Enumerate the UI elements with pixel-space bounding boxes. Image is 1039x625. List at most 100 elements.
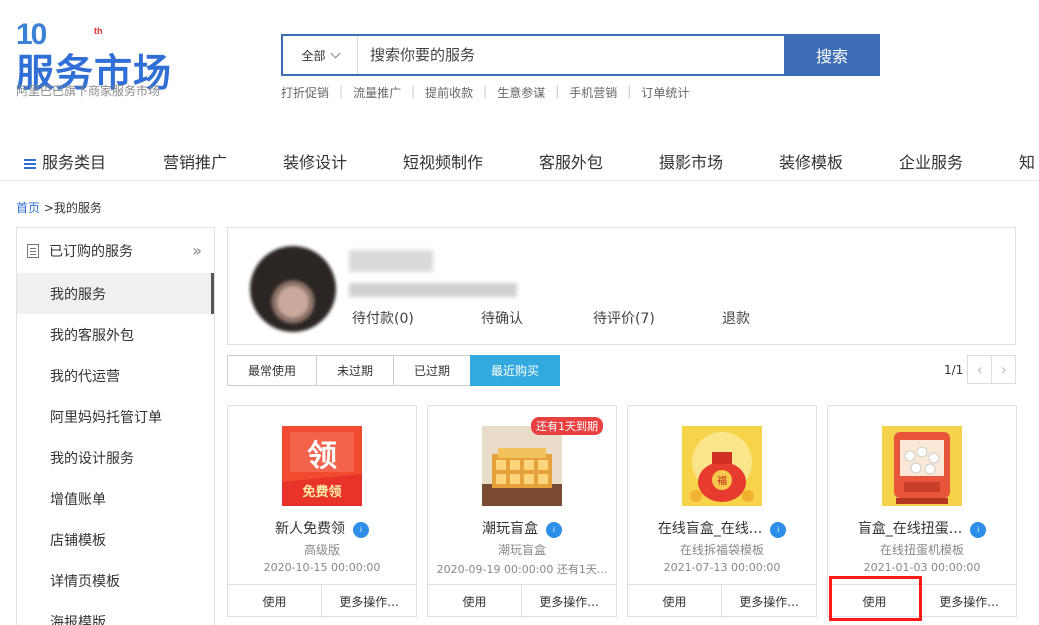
search-category-select[interactable]: 全部 xyxy=(283,36,358,74)
free-coupon-icon[interactable]: 领 免费领 xyxy=(282,426,362,506)
card-actions: 使用 更多操作... xyxy=(428,584,616,618)
svg-text:领: 领 xyxy=(307,439,337,474)
nav-item[interactable]: 企业服务 xyxy=(899,149,963,173)
sidebar-item-operations[interactable]: 我的代运营 xyxy=(17,355,214,396)
blurred-account-info xyxy=(349,283,517,297)
nav-item[interactable]: 营销推广 xyxy=(163,149,227,173)
breadcrumb-current: >我的服务 xyxy=(43,201,102,215)
sidebar-item-design-services[interactable]: 我的设计服务 xyxy=(17,437,214,478)
highlight-box xyxy=(829,576,922,621)
breadcrumb-home[interactable]: 首页 xyxy=(16,201,40,215)
pending-confirm-link[interactable]: 待确认 xyxy=(481,308,523,328)
next-page-button[interactable]: › xyxy=(991,355,1017,384)
sidebar-item-my-services[interactable]: 我的服务 xyxy=(17,273,214,314)
sidebar-item-alimama-orders[interactable]: 阿里妈妈托管订单 xyxy=(17,396,214,437)
sidebar-item-customer-service[interactable]: 我的客服外包 xyxy=(17,314,214,355)
card-actions: 使用 更多操作... xyxy=(228,584,416,618)
card-title[interactable]: 新人免费领 i xyxy=(228,518,416,538)
card-title-text: 新人免费领 xyxy=(275,521,345,537)
card-subtitle: 在线拆福袋模板 xyxy=(679,543,764,557)
svg-text:免费领: 免费领 xyxy=(302,484,341,500)
nav-item[interactable]: 摄影市场 xyxy=(659,149,723,173)
svg-text:福: 福 xyxy=(717,474,727,487)
pending-payment-link[interactable]: 待付款(0) xyxy=(352,308,414,328)
service-card: 福 在线盲盒_在线... i 在线拆福袋模板 2021-07-13 00:00:0… xyxy=(627,405,817,618)
sidebar-header-label: 已订购的服务 xyxy=(49,243,133,260)
lucky-bag-icon[interactable]: 福 xyxy=(682,426,762,506)
nav-item[interactable]: 短视频制作 xyxy=(403,149,483,173)
card-date: 2020-09-19 00:00:00 还有1天... xyxy=(436,563,608,576)
sidebar-item-poster-templates[interactable]: 海报模版 xyxy=(17,601,214,625)
pending-review-link[interactable]: 待评价(7) xyxy=(593,308,655,328)
card-title[interactable]: 潮玩盲盒 i xyxy=(428,518,616,538)
search-bar: 全部 搜索 xyxy=(281,34,880,76)
sidebar: 已订购的服务 » 我的服务 我的客服外包 我的代运营 阿里妈妈托管订单 我的设计… xyxy=(16,227,215,625)
nav-item[interactable]: 客服外包 xyxy=(539,149,603,173)
card-actions: 使用 更多操作... xyxy=(628,584,816,618)
card-subtitle: 在线扭蛋机模板 xyxy=(879,543,964,557)
filter-tabs: 最常使用 未过期 已过期 最近购买 xyxy=(227,355,560,386)
nav-item[interactable]: 知 xyxy=(1019,149,1035,173)
main-nav: 服务类目 营销推广 装修设计 短视频制作 客服外包 摄影市场 装修模板 企业服务… xyxy=(0,140,1039,180)
card-title-text: 在线盲盒_在线... xyxy=(657,521,763,537)
tab-expired[interactable]: 已过期 xyxy=(393,355,471,386)
verified-icon: i xyxy=(970,522,987,538)
hot-link[interactable]: 提前收款 xyxy=(425,84,473,101)
nav-divider xyxy=(0,180,1039,181)
menu-icon xyxy=(24,158,36,169)
nav-service-category[interactable]: 服务类目 xyxy=(24,149,106,173)
tab-not-expired[interactable]: 未过期 xyxy=(316,355,394,386)
use-button[interactable]: 使用 xyxy=(428,585,522,618)
document-icon xyxy=(27,243,39,258)
hot-link[interactable]: 流量推广 xyxy=(353,84,401,101)
nav-item[interactable]: 装修设计 xyxy=(283,149,347,173)
more-actions-button[interactable]: 更多操作... xyxy=(922,585,1016,618)
blind-box-icon[interactable] xyxy=(482,426,562,506)
use-button[interactable]: 使用 xyxy=(228,585,322,618)
hot-link[interactable]: 手机营销 xyxy=(569,84,617,101)
use-button[interactable]: 使用 xyxy=(628,585,722,618)
card-date: 2021-01-03 00:00:00 xyxy=(863,561,981,574)
nav-item[interactable]: 装修模板 xyxy=(779,149,843,173)
sidebar-item-billing[interactable]: 增值账单 xyxy=(17,478,214,519)
search-category-label: 全部 xyxy=(301,48,326,63)
card-title-text: 潮玩盲盒 xyxy=(482,521,538,537)
card-title[interactable]: 在线盲盒_在线... i xyxy=(628,518,816,538)
separator: | xyxy=(555,84,560,98)
hot-link[interactable]: 生意参谋 xyxy=(497,84,545,101)
chevron-down-icon xyxy=(330,48,340,58)
service-card: 还有1天到期 潮玩盲盒 i 潮玩盲盒 2020-09-19 00:00:00 还有… xyxy=(427,405,617,618)
card-subtitle: 高级版 xyxy=(303,543,340,557)
tab-most-used[interactable]: 最常使用 xyxy=(227,355,317,386)
search-input[interactable] xyxy=(358,36,784,74)
expiry-badge: 还有1天到期 xyxy=(531,417,603,435)
refund-link[interactable]: 退款 xyxy=(722,308,750,328)
hot-link[interactable]: 订单统计 xyxy=(641,84,689,101)
separator: | xyxy=(483,84,488,98)
breadcrumb: 首页 >我的服务 xyxy=(16,199,102,216)
sidebar-item-detail-templates[interactable]: 详情页模板 xyxy=(17,560,214,601)
search-button[interactable]: 搜索 xyxy=(784,34,880,76)
separator: | xyxy=(411,84,416,98)
card-date: 2021-07-13 00:00:00 xyxy=(663,561,781,574)
verified-icon: i xyxy=(770,522,787,538)
verified-icon: i xyxy=(353,522,369,538)
blurred-username xyxy=(349,250,433,272)
double-chevron-icon[interactable]: » xyxy=(192,241,202,260)
card-title[interactable]: 盲盒_在线扭蛋... i xyxy=(828,518,1016,538)
sidebar-item-shop-templates[interactable]: 店铺模板 xyxy=(17,519,214,560)
separator: | xyxy=(627,84,632,98)
card-subtitle: 潮玩盲盒 xyxy=(497,543,546,557)
tab-recent-purchase[interactable]: 最近购买 xyxy=(470,355,560,386)
more-actions-button[interactable]: 更多操作... xyxy=(522,585,616,618)
prev-page-button[interactable]: ‹ xyxy=(967,355,993,384)
more-actions-button[interactable]: 更多操作... xyxy=(322,585,416,618)
hot-link[interactable]: 打折促销 xyxy=(281,84,329,101)
more-actions-button[interactable]: 更多操作... xyxy=(722,585,816,618)
verified-icon: i xyxy=(546,522,562,538)
sidebar-header[interactable]: 已订购的服务 » xyxy=(17,228,214,273)
logo[interactable]: 10 th 服务市场 阿里巴巴旗下商家服务市场 xyxy=(16,18,186,98)
hot-links: 打折促销 | 流量推广 | 提前收款 | 生意参谋 | 手机营销 | 订单统计 xyxy=(281,84,689,101)
capsule-machine-icon[interactable] xyxy=(882,426,962,506)
logo-subtitle: 阿里巴巴旗下商家服务市场 xyxy=(16,84,161,98)
